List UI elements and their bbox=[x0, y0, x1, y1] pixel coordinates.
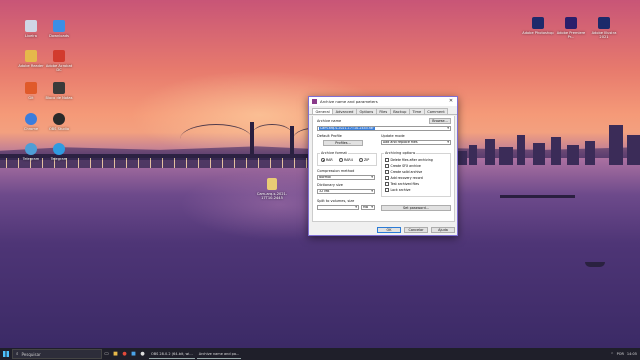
close-icon[interactable]: ✕ bbox=[445, 97, 457, 106]
compression-method-label: Compression method bbox=[317, 169, 355, 173]
archive-name-label: Archive name bbox=[317, 119, 342, 123]
taskbar: ⌕ Pesquisar ▭ ■ ● ■ ● OBS 28.0.2 (64-bit… bbox=[0, 348, 640, 360]
archive-name-value: Cam-arq-s-2021-17T10-2445.rar bbox=[319, 126, 375, 130]
store-icon[interactable]: ■ bbox=[129, 348, 138, 360]
option-delete-files[interactable]: Delete files after archiving bbox=[385, 158, 433, 162]
tab-time[interactable]: Time bbox=[408, 108, 425, 114]
taskbar-search[interactable]: ⌕ Pesquisar bbox=[12, 349, 102, 359]
tab-options[interactable]: Options bbox=[355, 108, 377, 114]
cancel-button[interactable]: Cancelar bbox=[404, 227, 428, 233]
tab-general[interactable]: General bbox=[312, 108, 334, 114]
set-password-button[interactable]: Set password... bbox=[381, 205, 451, 211]
chevron-up-icon[interactable]: ^ bbox=[611, 352, 614, 356]
after-effects-icon bbox=[598, 17, 610, 29]
notepad-icon bbox=[53, 82, 65, 94]
desktop-file-archive[interactable]: Cam-arq-s-2021-17T10-2445 bbox=[256, 178, 288, 200]
app-icon bbox=[25, 143, 37, 155]
clock[interactable]: 14:05 bbox=[627, 352, 637, 356]
tab-backup[interactable]: Backup bbox=[389, 108, 410, 114]
acrobat-icon bbox=[53, 50, 65, 62]
dialog-tabs: General Advanced Options Files Backup Ti… bbox=[309, 106, 457, 115]
tab-files[interactable]: Files bbox=[375, 108, 391, 114]
desktop-icon-git[interactable]: Git bbox=[15, 82, 47, 100]
desktop-icon-folder[interactable]: Adobe Reader bbox=[15, 50, 47, 68]
option-create-solid[interactable]: Create solid archive bbox=[385, 170, 422, 174]
format-zip-radio[interactable]: ZIP bbox=[359, 158, 369, 162]
desktop-icon-notepad[interactable]: Bloco de Notas bbox=[43, 82, 75, 100]
desktop-icon-telegram-2[interactable]: Telegram bbox=[43, 143, 75, 161]
taskbar-app-archive-dialog[interactable]: Archive name and pa... bbox=[196, 349, 242, 359]
option-lock-archive[interactable]: Lock archive bbox=[385, 188, 410, 192]
archiving-options-label: Archiving options bbox=[384, 151, 417, 155]
update-mode-select[interactable]: Add and replace files bbox=[381, 140, 451, 145]
dialog-titlebar[interactable]: Archive name and parameters ✕ bbox=[309, 97, 457, 106]
archive-dialog: Archive name and parameters ✕ General Ad… bbox=[308, 96, 458, 236]
dialog-title: Archive name and parameters bbox=[320, 99, 378, 104]
help-button[interactable]: Ajuda bbox=[431, 227, 455, 233]
desktop-icon-illustrator[interactable]: Adobe Illustra 2021 bbox=[588, 17, 620, 39]
photoshop-icon bbox=[532, 17, 544, 29]
boat bbox=[585, 262, 605, 267]
jetty bbox=[500, 195, 575, 198]
archive-format-label: Archive format bbox=[320, 151, 348, 155]
zip-file-icon bbox=[267, 178, 277, 190]
default-profile-label: Default Profile bbox=[317, 134, 342, 138]
browse-button[interactable]: Browse... bbox=[429, 118, 451, 124]
app-icon bbox=[25, 82, 37, 94]
recycle-bin-icon bbox=[25, 20, 37, 32]
split-volumes-label: Split to volumes, size bbox=[317, 199, 355, 203]
tab-comment[interactable]: Comment bbox=[423, 108, 449, 114]
option-recovery-record[interactable]: Add recovery record bbox=[385, 176, 423, 180]
update-mode-label: Update mode bbox=[381, 134, 405, 138]
split-volumes-input[interactable] bbox=[317, 205, 359, 210]
tab-advanced[interactable]: Advanced bbox=[332, 108, 357, 114]
option-test-files[interactable]: Test archived files bbox=[385, 182, 419, 186]
winrar-icon bbox=[312, 99, 317, 104]
premiere-icon bbox=[565, 17, 577, 29]
desktop-icon-obs[interactable]: OBS Studio bbox=[43, 113, 75, 131]
obs-icon bbox=[53, 113, 65, 125]
city-skyline bbox=[455, 120, 640, 165]
search-placeholder: Pesquisar bbox=[21, 351, 41, 357]
download-icon bbox=[53, 20, 65, 32]
language-indicator[interactable]: POR bbox=[617, 352, 624, 356]
option-create-sfx[interactable]: Create SFX archive bbox=[385, 164, 421, 168]
general-pane: Archive name Browse... Cam-arq-s-2021-17… bbox=[312, 116, 455, 222]
explorer-icon[interactable]: ■ bbox=[111, 348, 120, 360]
desktop-icon-acrobat[interactable]: Adobe Acrobat DC bbox=[43, 50, 75, 72]
system-tray: ^ POR 14:05 bbox=[611, 348, 637, 360]
bridge-cable bbox=[180, 124, 252, 154]
desktop-icon-chrome[interactable]: Chrome bbox=[15, 113, 47, 131]
search-icon: ⌕ bbox=[16, 352, 19, 357]
bridge-cable bbox=[252, 124, 292, 144]
dictionary-size-select[interactable]: 32 MB bbox=[317, 189, 375, 194]
format-rar-radio[interactable]: RAR bbox=[321, 158, 333, 162]
task-view-icon[interactable]: ▭ bbox=[102, 348, 111, 360]
split-unit-select[interactable]: MB bbox=[361, 205, 375, 210]
compression-method-select[interactable]: Normal bbox=[317, 175, 375, 180]
dictionary-size-label: Dictionary size bbox=[317, 183, 343, 187]
chrome-icon[interactable]: ● bbox=[120, 348, 129, 360]
desktop-icon-premiere[interactable]: Adobe Premiere Pr... bbox=[555, 17, 587, 39]
windows-icon bbox=[3, 351, 9, 357]
taskbar-app-obs[interactable]: OBS 28.0.2 (64-bit, wi... bbox=[149, 349, 195, 359]
archive-name-input[interactable]: Cam-arq-s-2021-17T10-2445.rar bbox=[317, 126, 451, 131]
desktop-icon-downloads[interactable]: Downloads bbox=[43, 20, 75, 38]
format-rar4-radio[interactable]: RAR4 bbox=[339, 158, 353, 162]
ok-button[interactable]: OK bbox=[377, 227, 401, 233]
telegram-icon bbox=[53, 143, 65, 155]
obs-icon[interactable]: ● bbox=[138, 348, 147, 360]
desktop-icon-photoshop[interactable]: Adobe Photoshop bbox=[522, 17, 554, 35]
folder-icon bbox=[25, 50, 37, 62]
profiles-button[interactable]: Profiles... bbox=[323, 140, 363, 146]
start-button[interactable] bbox=[0, 348, 12, 360]
chrome-icon bbox=[25, 113, 37, 125]
